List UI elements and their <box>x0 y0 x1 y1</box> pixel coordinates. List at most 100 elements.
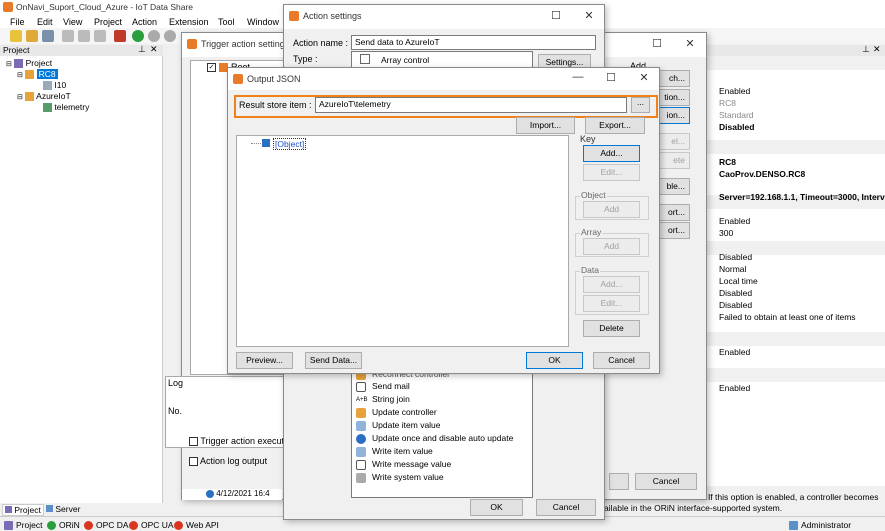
delete-icon[interactable] <box>94 30 106 42</box>
prop-disabled-2[interactable]: Disabled <box>719 252 752 262</box>
prop-rc8[interactable]: RC8 <box>719 98 736 108</box>
save-icon[interactable] <box>42 30 54 42</box>
expand-icon[interactable]: ⊟ <box>6 61 12 68</box>
tree-object-node[interactable]: [Object] <box>273 138 307 150</box>
copy-icon[interactable] <box>78 30 90 42</box>
menu-tool[interactable]: Tool <box>218 17 235 27</box>
prop-enabled-3[interactable]: Enabled <box>719 347 750 357</box>
close-icon[interactable]: ✕ <box>150 44 158 55</box>
action-name-input[interactable]: Send data to AzureIoT <box>351 35 596 50</box>
delete-button[interactable]: Delete <box>583 320 640 337</box>
pin-icon[interactable]: ⊥ <box>138 44 146 55</box>
key-edit-button[interactable]: Edit... <box>583 164 640 181</box>
tree-project[interactable]: ⊟ Project <box>6 58 52 69</box>
menu-file[interactable]: File <box>10 17 25 27</box>
action-cancel-button[interactable]: Cancel <box>536 499 596 516</box>
data-add-button[interactable]: Add... <box>583 276 640 293</box>
status-webapi[interactable]: Web API <box>174 520 219 531</box>
tree-azureiot[interactable]: ⊟ AzureIoT <box>17 91 71 102</box>
cut-icon[interactable] <box>62 30 74 42</box>
close-icon[interactable]: ✕ <box>682 37 698 50</box>
help-line-2: ailable in the ORiN interface-supported … <box>604 503 783 513</box>
minimize-icon[interactable]: — <box>570 71 586 83</box>
send-data-button[interactable]: Send Data... <box>305 352 362 369</box>
cancel-button[interactable]: Cancel <box>593 352 650 369</box>
stop-icon[interactable] <box>164 30 176 42</box>
action-log-checkbox[interactable]: Action log output <box>189 456 267 467</box>
maximize-icon[interactable]: ☐ <box>649 37 665 50</box>
key-add-button[interactable]: Add... <box>583 145 640 162</box>
prop-enabled[interactable]: Enabled <box>719 86 750 96</box>
menu-window[interactable]: Window <box>247 17 279 27</box>
ok-button[interactable]: OK <box>526 352 583 369</box>
result-store-input[interactable]: AzureIoT\telemetry <box>315 97 627 113</box>
open-icon[interactable] <box>26 30 38 42</box>
prop-failed[interactable]: Failed to obtain at least one of items <box>719 312 856 322</box>
prop-standard[interactable]: Standard <box>719 110 754 120</box>
tree-telemetry[interactable]: telemetry <box>43 102 89 113</box>
pin-icon[interactable]: ⊥ <box>862 44 870 55</box>
list-item[interactable]: Update controller <box>356 406 437 419</box>
maximize-icon[interactable]: ☐ <box>548 9 564 22</box>
checkbox[interactable] <box>189 437 198 447</box>
browse-button[interactable]: ... <box>631 97 650 113</box>
expand-icon[interactable]: ⊟ <box>17 72 23 79</box>
prop-enabled-2[interactable]: Enabled <box>719 216 750 226</box>
object-add-button[interactable]: Add <box>583 201 640 218</box>
prop-disabled-3[interactable]: Disabled <box>719 288 752 298</box>
menu-view[interactable]: View <box>63 17 82 27</box>
prop-server[interactable]: Server=192.168.1.1, Timeout=3000, Interv <box>719 192 885 202</box>
list-item[interactable]: A+B String join <box>356 393 410 406</box>
prop-localtime[interactable]: Local time <box>719 276 758 286</box>
status-opcua[interactable]: OPC UA <box>129 520 174 531</box>
close-icon[interactable]: ✕ <box>636 71 652 84</box>
list-item[interactable]: Write system value <box>356 471 444 484</box>
list-item[interactable]: Write item value <box>356 445 433 458</box>
tab-project[interactable]: Project <box>2 504 44 516</box>
trigger-partial-button[interactable] <box>609 473 629 490</box>
message-icon <box>356 459 366 470</box>
list-item[interactable]: Update once and disable auto update <box>356 432 513 445</box>
stop-icon <box>174 521 183 531</box>
expand-icon[interactable]: ⊟ <box>17 94 23 101</box>
prop-enabled-4[interactable]: Enabled <box>719 383 750 393</box>
tree-rc8[interactable]: ⊟ RC8 <box>17 69 58 80</box>
close-icon[interactable]: ✕ <box>581 9 597 22</box>
menu-extension[interactable]: Extension <box>169 17 209 27</box>
preview-button[interactable]: Preview... <box>236 352 293 369</box>
status-orin[interactable]: ORiN <box>47 520 80 531</box>
checkbox[interactable] <box>189 457 198 467</box>
toolbox-icon[interactable] <box>114 30 126 42</box>
import-button[interactable]: Import... <box>516 117 575 134</box>
list-item[interactable]: Write message value <box>356 458 451 471</box>
run-icon[interactable] <box>132 30 144 42</box>
close-icon[interactable]: ✕ <box>873 44 881 55</box>
export-button[interactable]: Export... <box>585 117 645 134</box>
array-add-button[interactable]: Add <box>583 238 640 255</box>
maximize-icon[interactable]: ☐ <box>603 71 619 84</box>
list-item[interactable]: Send mail <box>356 380 410 393</box>
prop-normal[interactable]: Normal <box>719 264 746 274</box>
prop-rc8-name[interactable]: RC8 <box>719 157 736 167</box>
tree-i10[interactable]: I10 <box>43 80 66 91</box>
tab-server[interactable]: Server <box>46 504 86 516</box>
trigger-exec-checkbox[interactable]: Trigger action executi <box>189 436 286 447</box>
data-edit-button[interactable]: Edit... <box>583 295 640 312</box>
prop-caoprov[interactable]: CaoProv.DENSO.RC8 <box>719 169 805 179</box>
json-tree[interactable]: [Object] <box>236 135 569 347</box>
pause-icon[interactable] <box>148 30 160 42</box>
type-array-control[interactable]: Array control <box>381 55 429 65</box>
root-checkbox[interactable]: ✓ <box>207 63 216 72</box>
action-ok-button[interactable]: OK <box>470 499 523 516</box>
menu-project[interactable]: Project <box>94 17 122 27</box>
status-project[interactable]: Project <box>4 520 42 531</box>
menu-edit[interactable]: Edit <box>37 17 53 27</box>
list-item[interactable]: Update item value <box>356 419 441 432</box>
prop-disabled[interactable]: Disabled <box>719 122 754 132</box>
menu-action[interactable]: Action <box>132 17 157 27</box>
trigger-cancel-button[interactable]: Cancel <box>635 473 697 490</box>
prop-disabled-4[interactable]: Disabled <box>719 300 752 310</box>
status-opcda[interactable]: OPC DA <box>84 520 129 531</box>
new-icon[interactable] <box>10 30 22 42</box>
prop-300[interactable]: 300 <box>719 228 733 238</box>
